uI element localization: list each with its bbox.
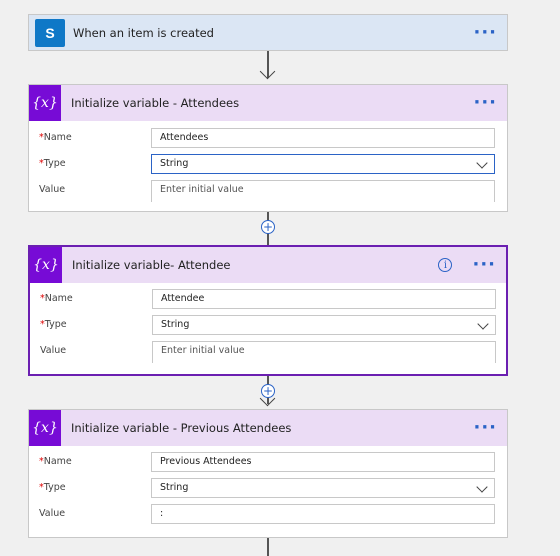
type-label: *Type [40,319,67,330]
trigger-title: When an item is created [73,25,214,40]
action-header[interactable]: {x} Initialize variable - Attendees ··· [29,85,507,121]
type-row: *Type String [30,312,506,338]
action-card-previous-attendees[interactable]: {x} Initialize variable - Previous Atten… [28,409,508,538]
value-input[interactable]: Enter initial value [151,180,495,202]
name-label: *Name [40,293,73,304]
sharepoint-icon: S [35,18,65,47]
name-field[interactable]: Previous Attendees [151,452,495,472]
name-row: *Name Attendee [30,286,506,312]
value-label: Value [39,184,66,195]
chevron-down-icon[interactable] [476,481,488,493]
trigger-card[interactable]: S When an item is created ··· [28,14,508,51]
name-row: *Name Attendees [29,125,507,151]
action-header[interactable]: {x} Initialize variable- Attendee i ··· [30,247,506,283]
value-row: Value Enter initial value [29,177,507,203]
variable-icon: {x} [29,410,61,446]
trigger-header[interactable]: S When an item is created ··· [29,15,507,50]
action-card-attendee[interactable]: {x} Initialize variable- Attendee i ··· … [28,245,508,376]
type-select[interactable]: String [152,315,496,335]
more-options-icon[interactable]: ··· [473,94,497,112]
variable-icon: {x} [29,85,61,121]
variable-icon: {x} [30,247,62,283]
type-select[interactable]: String [151,154,495,174]
name-label: *Name [39,132,72,143]
value-label: Value [39,508,66,519]
action-header[interactable]: {x} Initialize variable - Previous Atten… [29,410,507,446]
type-row: *Type String [29,151,507,177]
more-options-icon[interactable]: ··· [473,23,497,41]
value-label: Value [40,345,67,356]
more-options-icon[interactable]: ··· [473,419,497,437]
action-title: Initialize variable - Attendees [71,96,240,110]
name-row: *Name Previous Attendees [29,449,507,475]
value-row: Value : [29,501,507,527]
name-label: *Name [39,456,72,467]
value-input[interactable]: Enter initial value [152,341,496,363]
action-card-attendees[interactable]: {x} Initialize variable - Attendees ··· … [28,84,508,212]
chevron-down-icon[interactable] [476,157,488,169]
more-options-icon[interactable]: ··· [472,256,496,274]
value-input[interactable]: : [151,504,495,524]
action-title: Initialize variable - Previous Attendees [71,421,292,435]
value-row: Value Enter initial value [30,338,506,364]
type-label: *Type [39,158,66,169]
arrow-down-icon [259,63,276,80]
action-title: Initialize variable- Attendee [72,258,231,272]
type-select[interactable]: String [151,478,495,498]
chevron-down-icon[interactable] [477,318,489,330]
type-label: *Type [39,482,66,493]
connector-line [267,538,269,556]
name-field[interactable]: Attendee [152,289,496,309]
name-field[interactable]: Attendees [151,128,495,148]
add-step-icon[interactable]: + [261,220,275,234]
info-icon[interactable]: i [438,258,453,272]
type-row: *Type String [29,475,507,501]
